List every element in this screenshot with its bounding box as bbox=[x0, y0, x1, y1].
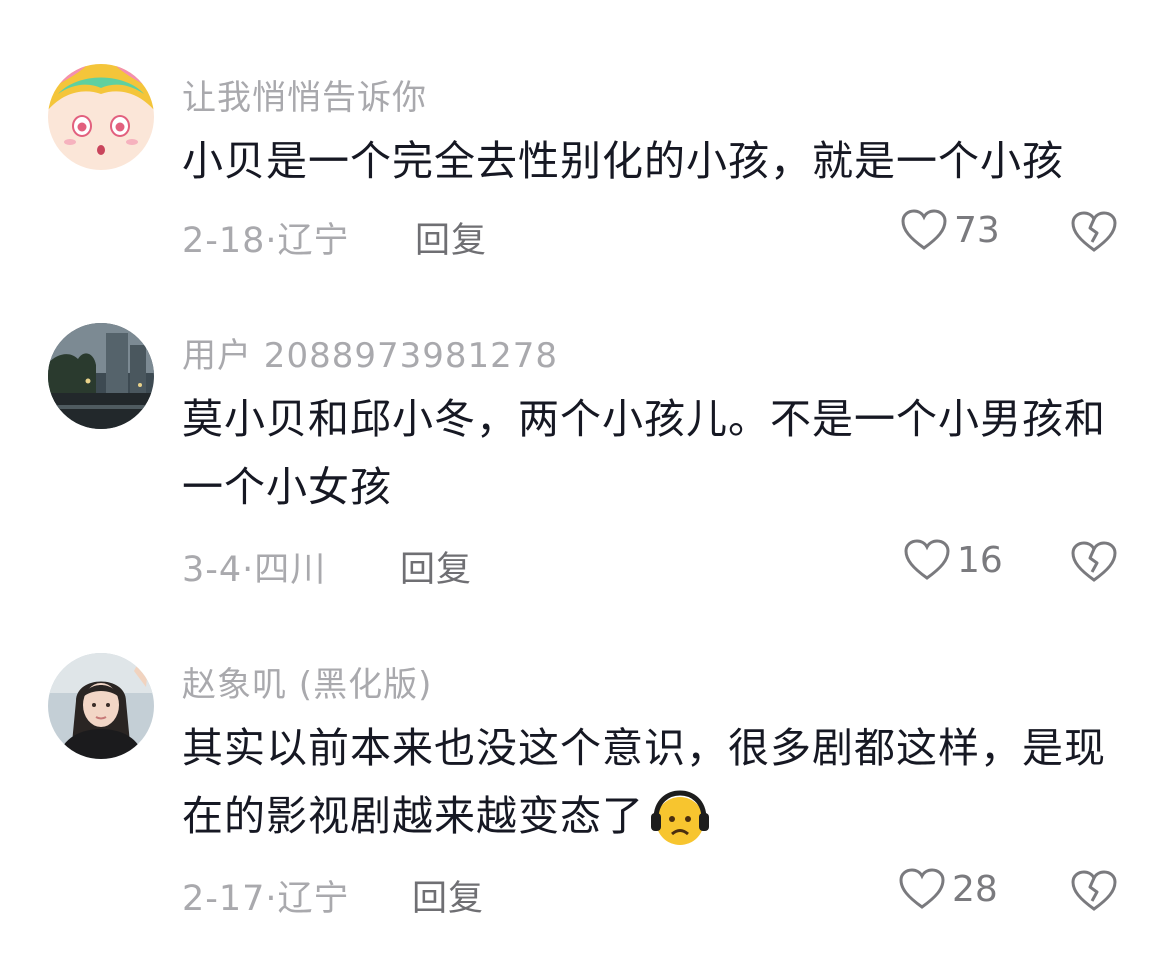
reply-button[interactable]: 回复 bbox=[412, 870, 484, 921]
comment-text: 其实以前本来也没这个意识，很多剧都这样，是现在的影视剧越来越变态了 bbox=[182, 714, 1122, 850]
like-button[interactable]: 16 bbox=[903, 538, 1003, 582]
comment-date-location: 2-17·辽宁 bbox=[182, 879, 350, 919]
username[interactable]: 让我悄悄告诉你 bbox=[182, 70, 427, 119]
night-city-avatar[interactable] bbox=[48, 323, 154, 429]
reply-button[interactable]: 回复 bbox=[400, 541, 472, 592]
comment-date-location: 3-4·四川 bbox=[182, 550, 327, 590]
like-count: 28 bbox=[952, 868, 998, 910]
anime-girl-avatar[interactable] bbox=[48, 64, 154, 170]
broken-heart-icon bbox=[1070, 540, 1118, 584]
like-button[interactable]: 28 bbox=[898, 867, 998, 911]
worried-face-emoji bbox=[650, 789, 710, 849]
comment-text: 小贝是一个完全去性别化的小孩，就是一个小孩 bbox=[182, 137, 1064, 185]
broken-heart-icon bbox=[1070, 869, 1118, 913]
comment-text-content: 其实以前本来也没这个意识，很多剧都这样，是现在的影视剧越来越变态了 bbox=[182, 724, 1106, 840]
dislike-button[interactable] bbox=[1070, 540, 1118, 584]
girl-photo-avatar[interactable] bbox=[48, 653, 154, 759]
comment-text: 莫小贝和邱小冬，两个小孩儿。不是一个小男孩和一个小女孩 bbox=[182, 395, 1106, 511]
dislike-button[interactable] bbox=[1070, 210, 1118, 254]
comment-date-location: 2-18·辽宁 bbox=[182, 221, 350, 261]
like-count: 73 bbox=[954, 209, 1000, 251]
username[interactable]: 赵象叽 (黑化版) bbox=[182, 657, 432, 706]
broken-heart-icon bbox=[1070, 210, 1118, 254]
heart-icon bbox=[898, 867, 946, 911]
dislike-button[interactable] bbox=[1070, 869, 1118, 913]
heart-icon bbox=[900, 208, 948, 252]
like-count: 16 bbox=[957, 539, 1003, 581]
reply-button[interactable]: 回复 bbox=[415, 212, 487, 263]
heart-icon bbox=[903, 538, 951, 582]
like-button[interactable]: 73 bbox=[900, 208, 1000, 252]
username[interactable]: 用户 2088973981278 bbox=[182, 328, 558, 377]
